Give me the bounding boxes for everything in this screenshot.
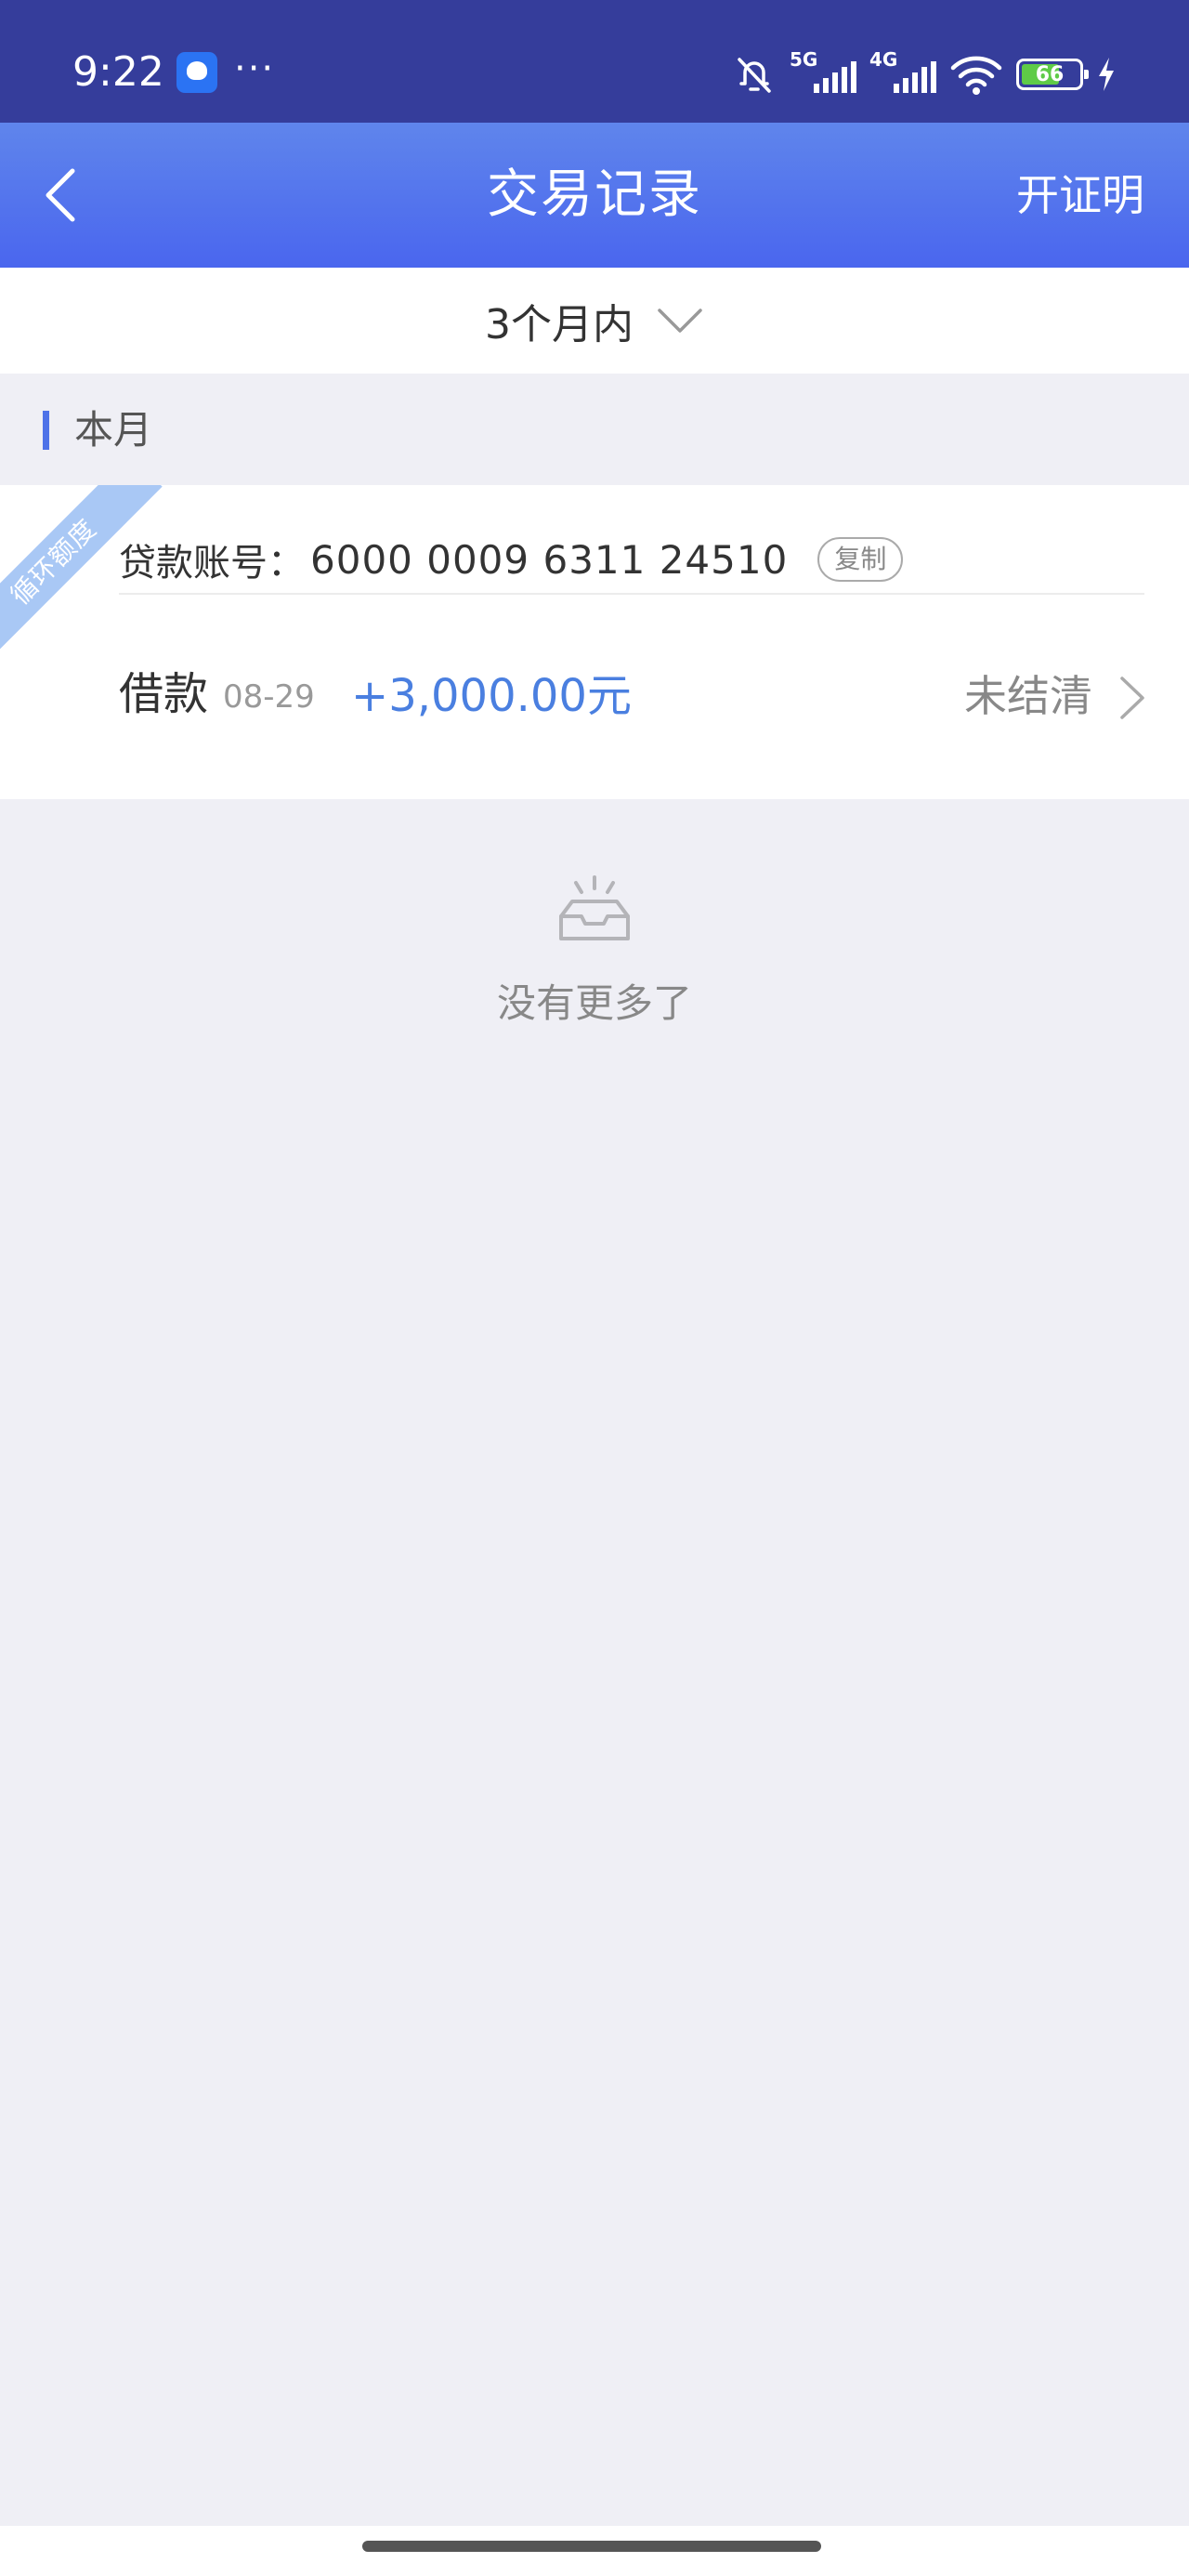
wifi-icon: [950, 56, 1002, 95]
transaction-amount: +3,000.00元: [351, 670, 632, 722]
divider: [119, 593, 1144, 595]
account-row: 贷款账号： 6000 0009 6311 24510 复制: [119, 513, 904, 606]
transaction-type: 借款: [119, 668, 209, 720]
transaction-status: 未结清: [964, 671, 1092, 721]
app-notification-icon: [176, 52, 217, 93]
issue-certificate-button[interactable]: 开证明: [1016, 169, 1144, 221]
chevron-right-icon: [1120, 677, 1144, 719]
battery-level: 66: [1035, 62, 1065, 86]
chevron-down-icon: [658, 309, 702, 333]
month-section-header: [0, 374, 1189, 485]
no-more-text: 没有更多了: [496, 980, 692, 1026]
signal-4g-icon: 4G: [869, 48, 936, 97]
loan-card: 循环额度 贷款账号： 6000 0009 6311 24510 复制 借款 08…: [0, 485, 1189, 799]
period-filter[interactable]: 3个月内: [0, 268, 1189, 374]
nav-bar: 交易记录 开证明: [0, 123, 1189, 268]
period-filter-label: 3个月内: [485, 301, 634, 348]
more-notifications-icon: ···: [234, 47, 276, 90]
account-label: 贷款账号：: [119, 542, 305, 585]
empty-inbox-icon: [559, 875, 630, 940]
transaction-date: 08-29: [223, 678, 315, 716]
home-indicator[interactable]: [362, 2541, 821, 2552]
copy-button[interactable]: 复制: [817, 537, 904, 582]
signal-5g-icon: 5G: [790, 48, 856, 97]
page-title: 交易记录: [487, 164, 702, 225]
battery-icon: 66: [1016, 59, 1089, 90]
charging-icon: [1099, 58, 1114, 91]
month-label: 本月: [74, 407, 153, 453]
status-time: 9:22: [72, 48, 164, 96]
transaction-row[interactable]: 借款 08-29 +3,000.00元 未结清: [119, 652, 1148, 736]
account-number: 6000 0009 6311 24510: [310, 536, 789, 583]
month-accent-bar: [43, 411, 49, 450]
status-indicators: 5G 4G 66: [732, 48, 1117, 100]
bell-muted-icon: [738, 58, 771, 93]
status-bar: 9:22 ··· 5G 4G 66: [0, 0, 1189, 123]
